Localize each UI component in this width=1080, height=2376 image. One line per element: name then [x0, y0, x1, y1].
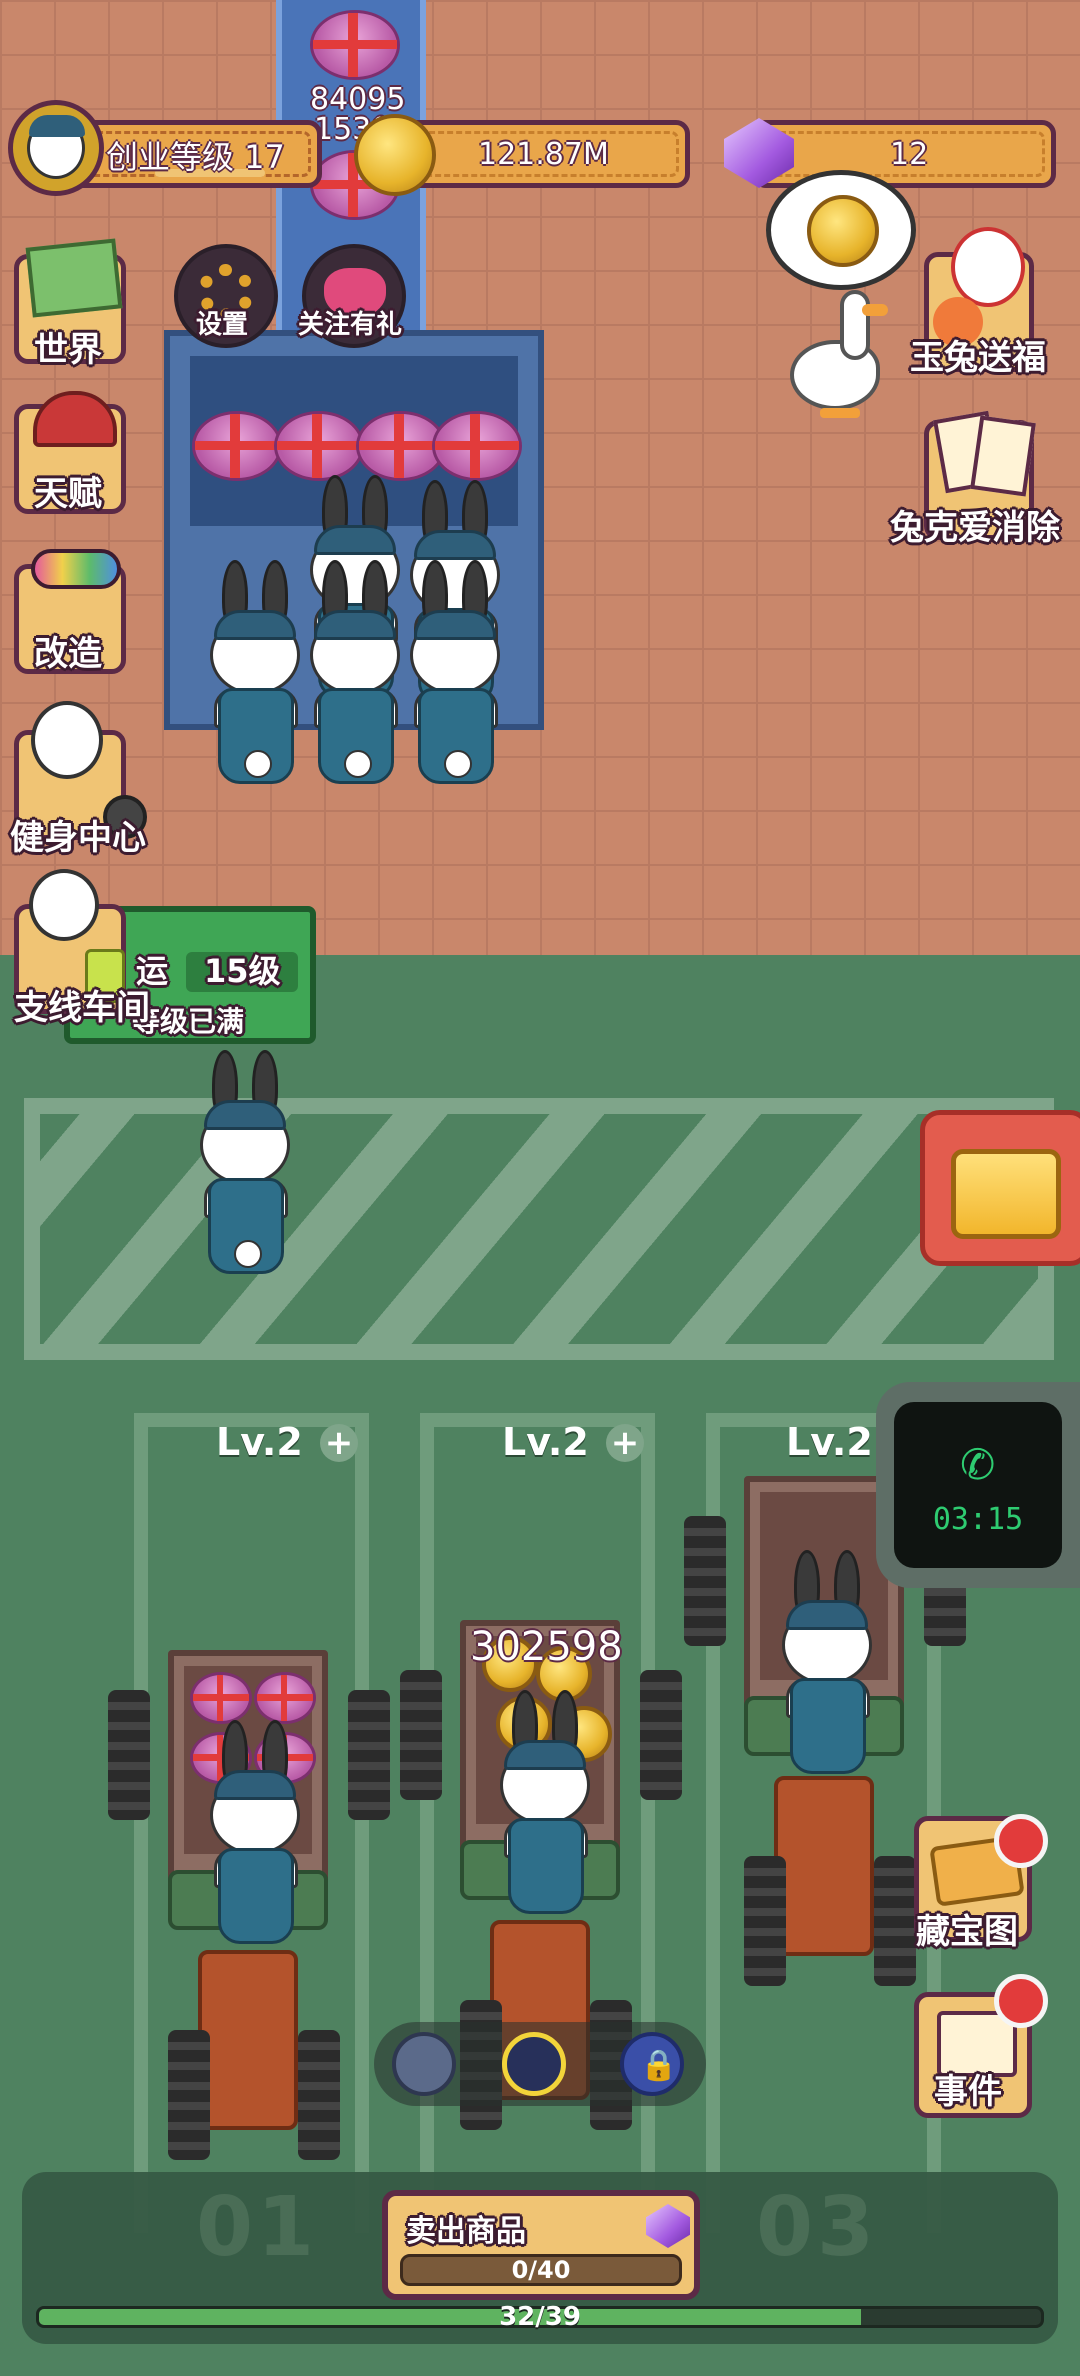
talent-label: 天赋 — [34, 474, 102, 514]
elimination-game-label: 兔克爱消除 — [890, 508, 1060, 548]
driver-bunny — [490, 1690, 600, 1930]
gift-box — [192, 411, 282, 481]
driver-bunny — [200, 1720, 310, 1960]
world-label: 世界 — [34, 330, 102, 370]
gym-label: 健身中心 — [10, 818, 146, 858]
sell-goods-button[interactable]: 卖出商品 0/40 — [382, 2190, 700, 2300]
jade-rabbit-icon — [951, 227, 1025, 307]
gem-amount: 12 — [890, 137, 929, 172]
lane-2-upgrade-button[interactable]: + — [606, 1424, 644, 1462]
treasure-chest-icon — [951, 1149, 1061, 1239]
remodel-label: 改造 — [34, 634, 102, 674]
lane-2-level: Lv.2 — [502, 1420, 589, 1464]
paint-roller-icon — [31, 549, 121, 589]
truck-select-button[interactable] — [392, 2032, 456, 2096]
worker-bunny[interactable] — [400, 560, 510, 800]
speech-bubble[interactable] — [766, 170, 916, 290]
worker-bunny[interactable] — [200, 560, 310, 800]
map-icon — [25, 238, 123, 318]
gift-box — [310, 10, 400, 80]
lane-3-level: Lv.2 — [786, 1420, 873, 1464]
coin-icon — [807, 195, 879, 267]
workshop-icon — [29, 869, 99, 941]
phone-panel[interactable]: ✆ 03:15 — [876, 1382, 1080, 1588]
worker-bunny[interactable] — [300, 560, 410, 800]
transport-level: 15级 — [204, 952, 281, 990]
notification-dot — [994, 1974, 1048, 2028]
settings-label: 设置 — [196, 310, 249, 340]
bus-select-button[interactable] — [502, 2032, 566, 2096]
carrier-bunny[interactable] — [190, 1050, 300, 1290]
corn-card-icon — [970, 415, 1036, 497]
sell-label: 卖出商品 — [406, 2214, 526, 2249]
lane-selector: 🔒 — [374, 2022, 706, 2106]
lane-1-level: Lv.2 — [216, 1420, 303, 1464]
jade-rabbit-label: 玉兔送福 — [910, 338, 1046, 378]
lane-1-upgrade-button[interactable]: + — [320, 1424, 358, 1462]
lane-number-1: 01 — [196, 2180, 319, 2275]
lane-2-coin-amount: 302598 — [470, 1624, 623, 1670]
workshop-label: 支线车间 — [14, 988, 150, 1028]
avatar[interactable] — [8, 100, 104, 196]
coin-icon — [354, 114, 436, 196]
gift-box — [274, 411, 364, 481]
level-label: 创业等级 17 — [106, 138, 285, 176]
gift-box — [432, 411, 522, 481]
phone-screen: ✆ 03:15 — [894, 1402, 1062, 1568]
gym-icon — [31, 701, 103, 779]
stage-progress-text: 32/39 — [499, 2302, 581, 2332]
follow-gift-label: 关注有礼 — [298, 310, 403, 340]
hatched-zone — [24, 1098, 1054, 1360]
notification-dot — [994, 1814, 1048, 1868]
lock-icon[interactable]: 🔒 — [620, 2032, 684, 2096]
sell-progress-bar: 0/40 — [400, 2254, 682, 2286]
treasure-chest-card[interactable] — [920, 1110, 1080, 1266]
sell-progress-text: 0/40 — [511, 2256, 571, 2284]
driver-bunny — [772, 1550, 882, 1790]
phone-icon: ✆ — [960, 1440, 996, 1489]
phone-timer: 03:15 — [932, 1502, 1024, 1537]
goose[interactable] — [780, 290, 900, 440]
treasure-map-label: 藏宝图 — [916, 1912, 1018, 1952]
events-label: 事件 — [934, 2072, 1002, 2112]
gem-icon — [646, 2204, 690, 2248]
coin-amount: 121.87M — [478, 137, 609, 172]
lane-number-3: 03 — [756, 2180, 879, 2275]
